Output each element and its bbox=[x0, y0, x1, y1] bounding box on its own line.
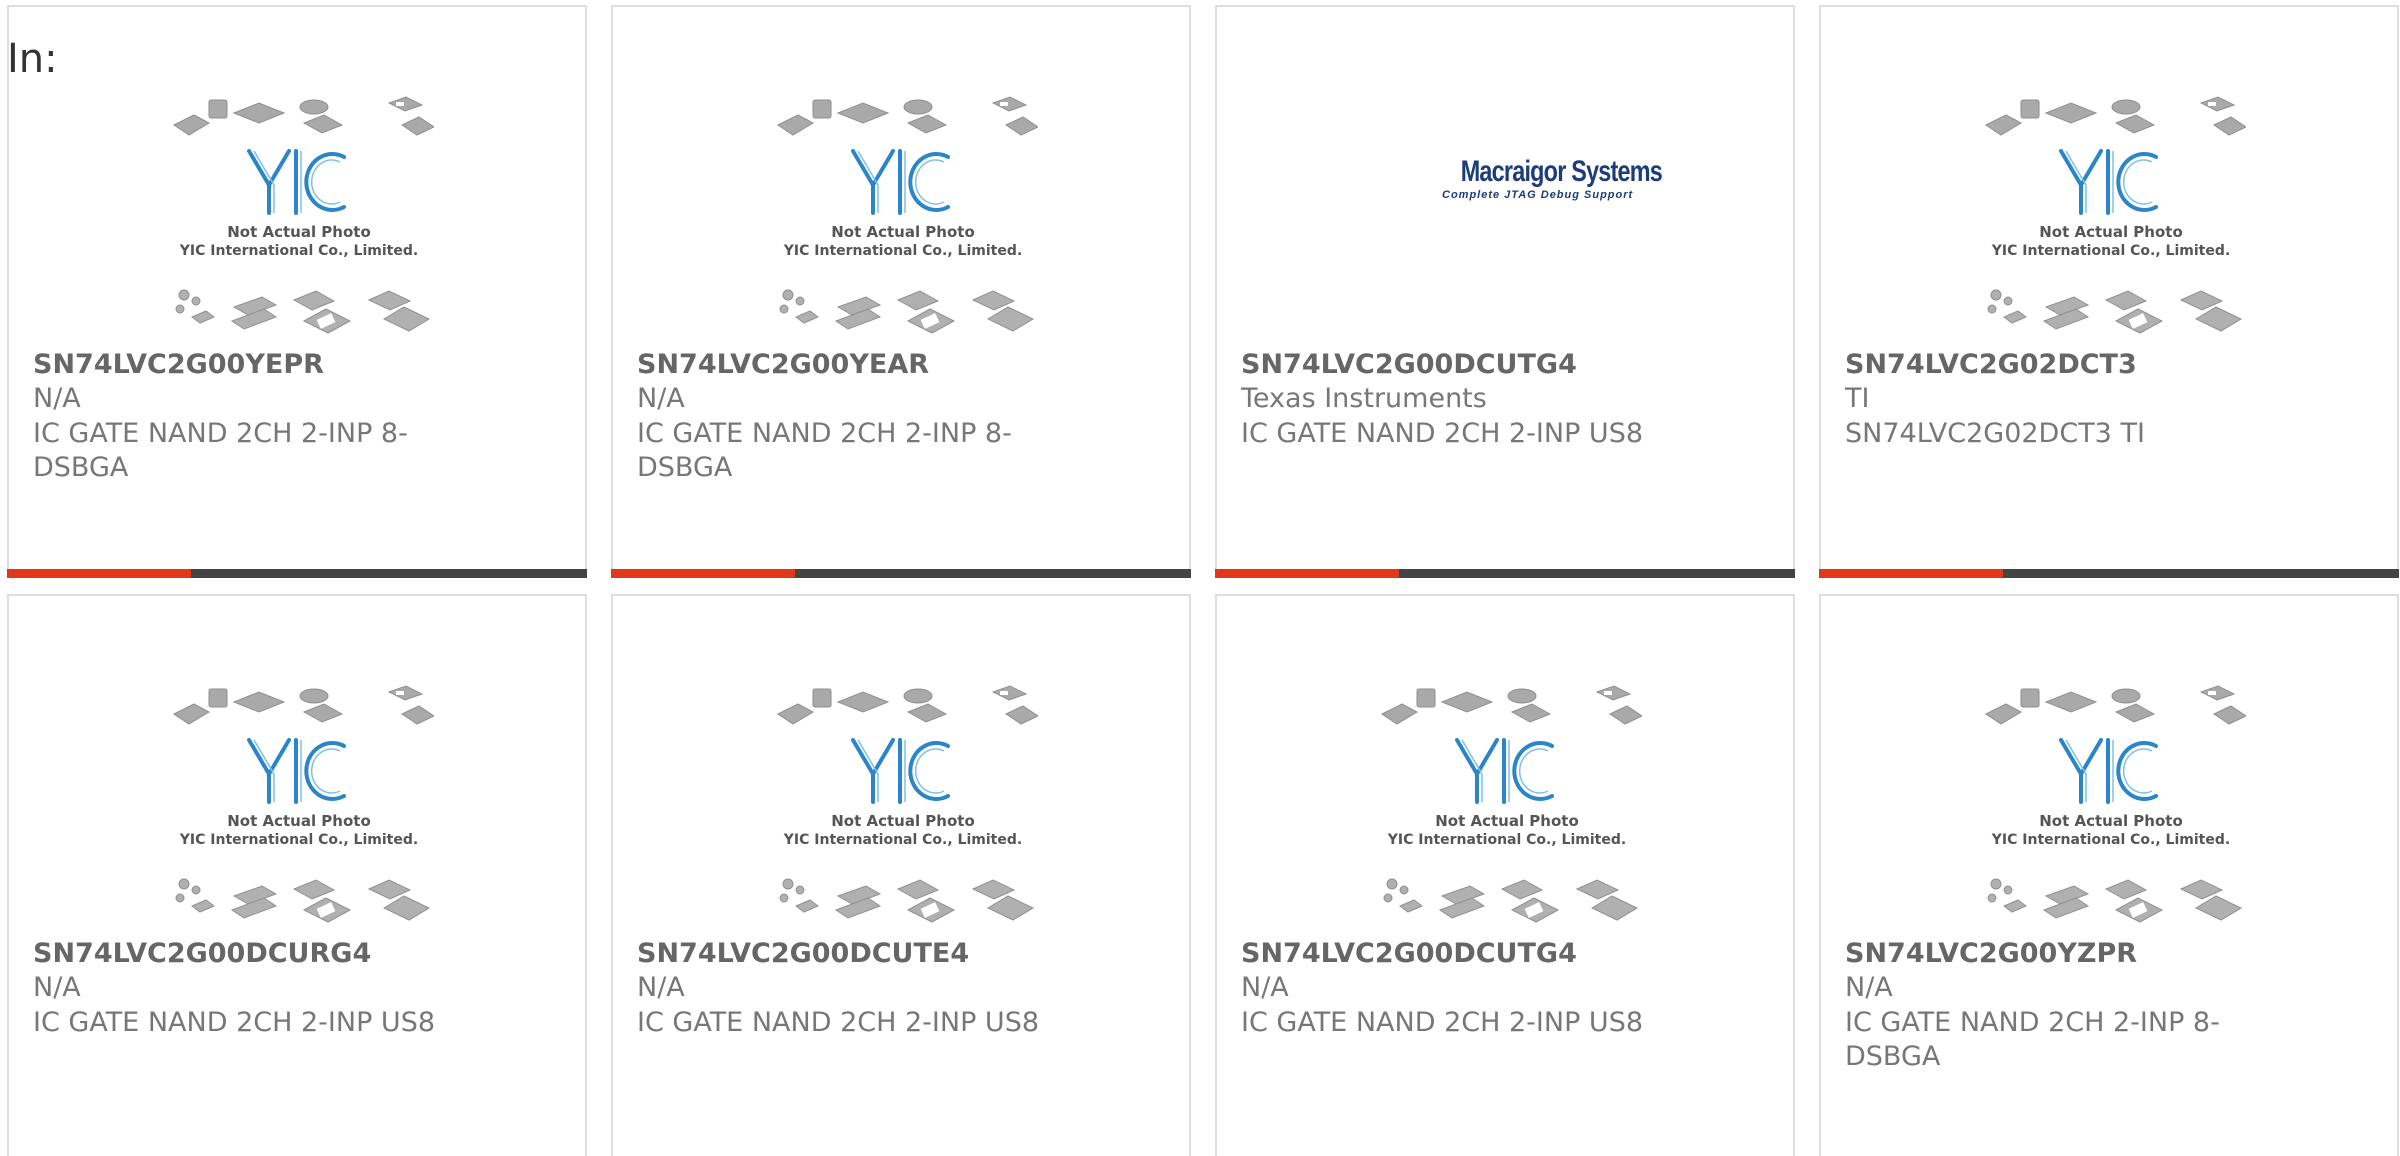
yic-placeholder-image bbox=[1984, 95, 2246, 335]
product-image-placeholder[interactable] bbox=[768, 684, 1038, 936]
yic-placeholder-image bbox=[172, 684, 434, 924]
product-card[interactable]: SN74LVC2G00DCUTE4 N/A IC GATE NAND 2CH 2… bbox=[611, 594, 1191, 1156]
product-card[interactable]: Macraigor Systems Complete JTAG Debug Su… bbox=[1215, 5, 1795, 578]
product-image-placeholder[interactable] bbox=[164, 95, 434, 347]
product-part-number-link[interactable]: SN74LVC2G00DCURG4 bbox=[33, 938, 563, 969]
card-accent-bar bbox=[7, 569, 587, 578]
product-part-number-link[interactable]: SN74LVC2G00DCUTE4 bbox=[637, 938, 1167, 969]
product-manufacturer: N/A bbox=[1241, 972, 1289, 1003]
product-image-placeholder[interactable] bbox=[164, 684, 434, 936]
product-card[interactable]: SN74LVC2G00YEPR N/A IC GATE NAND 2CH 2-I… bbox=[7, 5, 587, 578]
product-image-placeholder[interactable] bbox=[768, 95, 1038, 347]
product-description: IC GATE NAND 2CH 2-INP 8-DSBGA bbox=[637, 418, 1012, 483]
card-accent-highlight bbox=[7, 569, 191, 578]
macraigor-logo: Macraigor Systems Complete JTAG Debug Su… bbox=[1442, 155, 1663, 201]
card-accent-highlight bbox=[1819, 569, 2003, 578]
product-card[interactable]: SN74LVC2G00DCURG4 N/A IC GATE NAND 2CH 2… bbox=[7, 594, 587, 1156]
product-image-placeholder[interactable] bbox=[1976, 684, 2246, 936]
product-manufacturer: Texas Instruments bbox=[1241, 383, 1487, 414]
brand-logo-name: Macraigor Systems bbox=[1460, 155, 1663, 188]
product-image-placeholder[interactable] bbox=[1976, 95, 2246, 347]
product-description: IC GATE NAND 2CH 2-INP US8 bbox=[1241, 1007, 1644, 1038]
product-card[interactable]: SN74LVC2G00YEAR N/A IC GATE NAND 2CH 2-I… bbox=[611, 5, 1191, 578]
brand-logo-tagline: Complete JTAG Debug Support bbox=[1442, 189, 1634, 201]
product-image-brand-logo[interactable]: Macraigor Systems Complete JTAG Debug Su… bbox=[1372, 95, 1663, 347]
product-part-number-link[interactable]: SN74LVC2G00DCUTG4 bbox=[1241, 349, 1771, 380]
product-description: IC GATE NAND 2CH 2-INP US8 bbox=[33, 1007, 436, 1038]
filter-label: In: bbox=[7, 36, 58, 82]
yic-placeholder-image bbox=[776, 95, 1038, 335]
product-card[interactable]: SN74LVC2G00YZPR N/A IC GATE NAND 2CH 2-I… bbox=[1819, 594, 2399, 1156]
product-part-number-link[interactable]: SN74LVC2G00YEPR bbox=[33, 349, 563, 380]
product-part-number-link[interactable]: SN74LVC2G00YEAR bbox=[637, 349, 1167, 380]
yic-placeholder-image bbox=[1380, 684, 1642, 924]
card-accent-bar bbox=[1215, 569, 1795, 578]
product-description: IC GATE NAND 2CH 2-INP US8 bbox=[637, 1007, 1040, 1038]
product-image-placeholder[interactable] bbox=[1372, 684, 1642, 936]
yic-placeholder-image bbox=[172, 95, 434, 335]
product-manufacturer: N/A bbox=[1845, 972, 1893, 1003]
product-manufacturer: TI bbox=[1845, 383, 1870, 414]
yic-placeholder-image bbox=[1984, 684, 2246, 924]
product-description: IC GATE NAND 2CH 2-INP US8 bbox=[1241, 418, 1644, 449]
card-accent-bar bbox=[611, 569, 1191, 578]
product-description: IC GATE NAND 2CH 2-INP 8-DSBGA bbox=[33, 418, 408, 483]
product-manufacturer: N/A bbox=[33, 972, 81, 1003]
card-accent-bar bbox=[1819, 569, 2399, 578]
product-description: IC GATE NAND 2CH 2-INP 8-DSBGA bbox=[1845, 1007, 2220, 1072]
product-part-number-link[interactable]: SN74LVC2G00YZPR bbox=[1845, 938, 2375, 969]
product-card[interactable]: SN74LVC2G00DCUTG4 N/A IC GATE NAND 2CH 2… bbox=[1215, 594, 1795, 1156]
product-manufacturer: N/A bbox=[637, 972, 685, 1003]
product-manufacturer: N/A bbox=[637, 383, 685, 414]
product-description: SN74LVC2G02DCT3 TI bbox=[1845, 418, 2145, 449]
product-part-number-link[interactable]: SN74LVC2G00DCUTG4 bbox=[1241, 938, 1771, 969]
product-part-number-link[interactable]: SN74LVC2G02DCT3 bbox=[1845, 349, 2375, 380]
product-manufacturer: N/A bbox=[33, 383, 81, 414]
card-accent-highlight bbox=[1215, 569, 1399, 578]
yic-placeholder-image bbox=[776, 684, 1038, 924]
card-accent-highlight bbox=[611, 569, 795, 578]
product-grid-page: SN74LVC2G00YEPR N/A IC GATE NAND 2CH 2-I… bbox=[0, 0, 2400, 1156]
product-card[interactable]: SN74LVC2G02DCT3 TI SN74LVC2G02DCT3 TI bbox=[1819, 5, 2399, 578]
